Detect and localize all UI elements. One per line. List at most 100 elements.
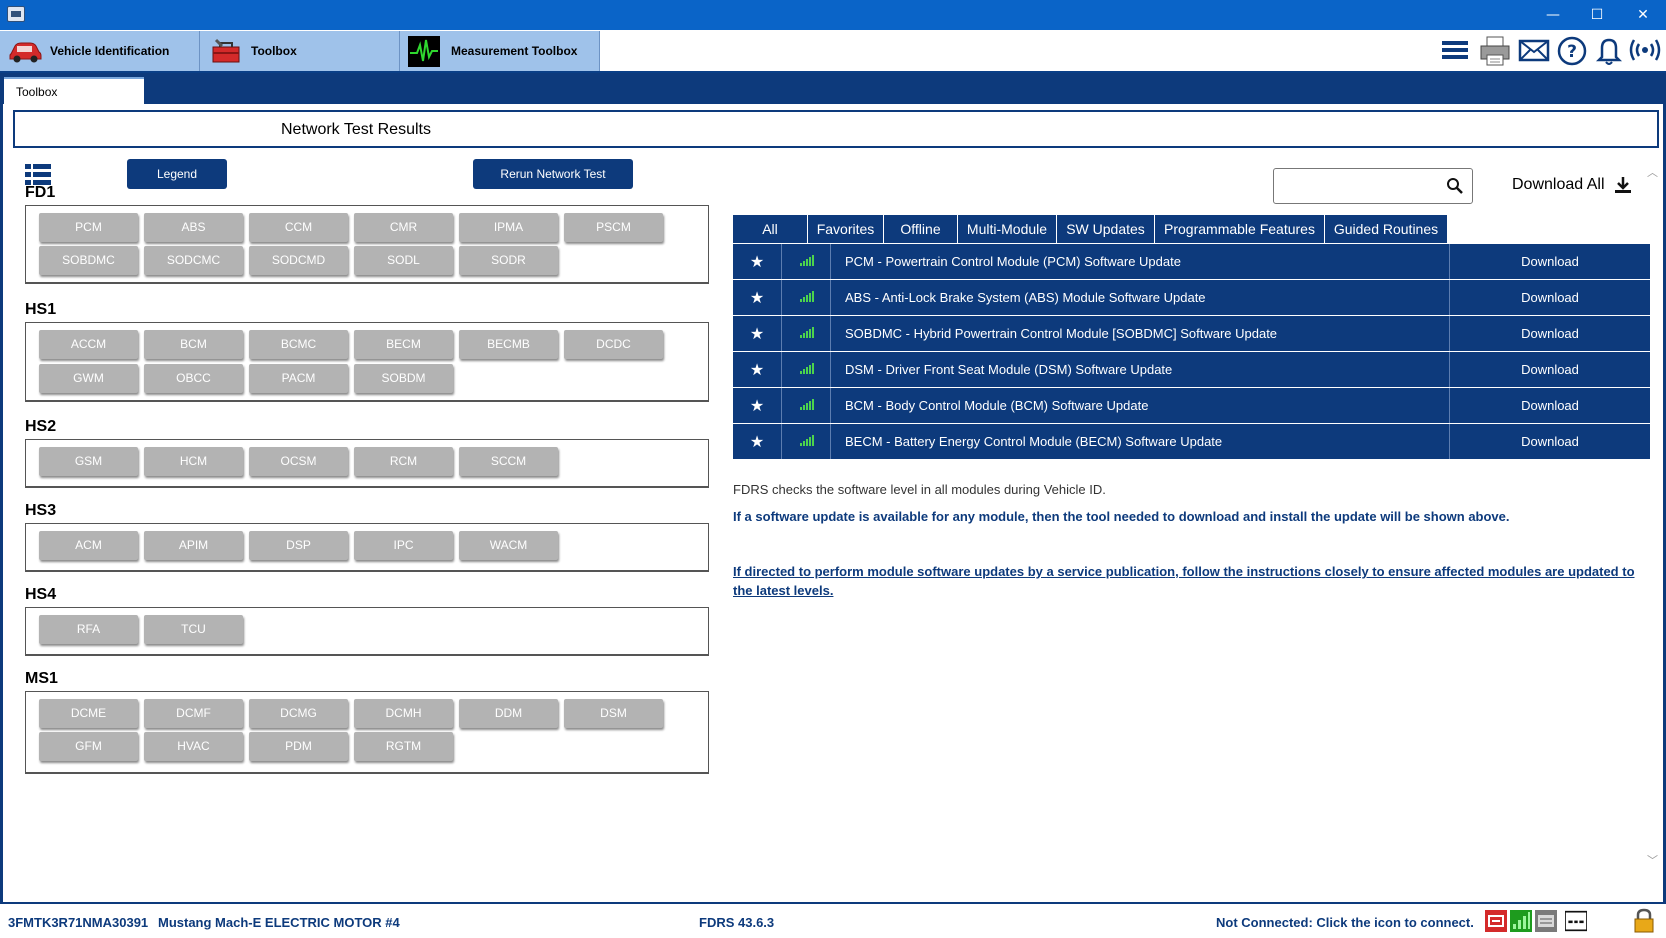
module-button[interactable]: APIM xyxy=(144,531,243,560)
menu-icon[interactable] xyxy=(1440,35,1470,65)
module-button[interactable]: BCM xyxy=(144,330,243,359)
tab-toolbox-sub[interactable]: Toolbox xyxy=(4,77,144,104)
module-button[interactable]: DSM xyxy=(564,699,663,728)
module-button[interactable]: SCCM xyxy=(459,447,558,476)
tab-toolbox[interactable]: Toolbox xyxy=(200,31,400,71)
minimize-button[interactable]: — xyxy=(1530,0,1576,30)
module-button[interactable]: DSP xyxy=(249,531,348,560)
mail-icon[interactable] xyxy=(1518,35,1550,65)
module-button[interactable]: GSM xyxy=(39,447,138,476)
filter-tab-multi-module[interactable]: Multi-Module xyxy=(958,215,1057,243)
link-status-icon[interactable] xyxy=(1565,910,1587,932)
favorite-star-icon[interactable]: ★ xyxy=(733,388,782,423)
search-input[interactable] xyxy=(1280,175,1440,197)
module-button[interactable]: CCM xyxy=(249,213,348,242)
module-button[interactable]: ACM xyxy=(39,531,138,560)
bell-icon[interactable] xyxy=(1594,35,1624,67)
update-row: ★ BECM - Battery Energy Control Module (… xyxy=(733,424,1650,459)
legend-button[interactable]: Legend xyxy=(127,159,227,189)
lock-icon[interactable] xyxy=(1632,908,1656,934)
favorite-star-icon[interactable]: ★ xyxy=(733,280,782,315)
download-button[interactable]: Download xyxy=(1449,244,1650,279)
update-row: ★ DSM - Driver Front Seat Module (DSM) S… xyxy=(733,352,1650,387)
scroll-down-icon[interactable]: ﹀ xyxy=(1647,852,1661,867)
module-button[interactable]: RCM xyxy=(354,447,453,476)
favorite-star-icon[interactable]: ★ xyxy=(733,316,782,351)
favorite-star-icon[interactable]: ★ xyxy=(733,352,782,387)
filter-tab-programmable-features[interactable]: Programmable Features xyxy=(1155,215,1325,243)
help-icon[interactable]: ? xyxy=(1556,35,1588,67)
download-button[interactable]: Download xyxy=(1449,316,1650,351)
module-button[interactable]: DCMH xyxy=(354,699,453,728)
module-button[interactable]: GFM xyxy=(39,732,138,761)
module-button[interactable]: RGTM xyxy=(354,732,453,761)
module-button[interactable]: PDM xyxy=(249,732,348,761)
device-icon[interactable] xyxy=(1535,910,1557,932)
module-button[interactable]: DCDC xyxy=(564,330,663,359)
filter-tab-all[interactable]: All xyxy=(733,215,808,243)
module-button[interactable]: BECM xyxy=(354,330,453,359)
rerun-network-test-button[interactable]: Rerun Network Test xyxy=(473,159,633,189)
bus-group-hs1: ACCM BCM BCMC BECM BECMB DCDC GWM OBCC P… xyxy=(25,322,709,402)
service-publication-link[interactable]: If directed to perform module software u… xyxy=(733,562,1643,600)
module-button[interactable]: BCMC xyxy=(249,330,348,359)
signal-icon xyxy=(783,316,831,351)
version-text: FDRS 43.6.3 xyxy=(699,915,775,930)
module-button[interactable]: OBCC xyxy=(144,364,243,393)
module-button[interactable]: DDM xyxy=(459,699,558,728)
module-button[interactable]: DCME xyxy=(39,699,138,728)
download-button[interactable]: Download xyxy=(1449,280,1650,315)
download-all-button[interactable]: Download All xyxy=(1512,176,1605,194)
module-button[interactable]: ACCM xyxy=(39,330,138,359)
download-button[interactable]: Download xyxy=(1449,352,1650,387)
filter-tab-guided-routines[interactable]: Guided Routines xyxy=(1325,215,1448,243)
module-button[interactable]: SODR xyxy=(459,246,558,275)
sub-tab-label: Toolbox xyxy=(16,85,58,99)
module-button[interactable]: HVAC xyxy=(144,732,243,761)
module-button[interactable]: HCM xyxy=(144,447,243,476)
list-view-icon[interactable] xyxy=(25,164,51,186)
printer-icon[interactable] xyxy=(1478,35,1512,67)
module-button[interactable]: IPC xyxy=(354,531,453,560)
bus-label-hs1: HS1 xyxy=(25,301,57,318)
favorite-star-icon[interactable]: ★ xyxy=(733,424,782,459)
module-button[interactable]: SODCMD xyxy=(249,246,348,275)
download-button[interactable]: Download xyxy=(1449,424,1650,459)
module-button[interactable]: GWM xyxy=(39,364,138,393)
module-button[interactable]: WACM xyxy=(459,531,558,560)
filter-tab-sw-updates[interactable]: SW Updates xyxy=(1057,215,1155,243)
module-button[interactable]: DCMG xyxy=(249,699,348,728)
vci-icon[interactable] xyxy=(1485,910,1507,932)
filter-tab-offline[interactable]: Offline xyxy=(884,215,958,243)
maximize-button[interactable]: ☐ xyxy=(1574,0,1620,30)
status-bar: 3FMTK3R71NMA30391 Mustang Mach-E ELECTRI… xyxy=(0,902,1666,938)
search-icon[interactable] xyxy=(1446,177,1464,195)
tab-vehicle-identification[interactable]: Vehicle Identification xyxy=(0,31,200,71)
module-button[interactable]: PACM xyxy=(249,364,348,393)
scroll-up-icon[interactable]: ︿ xyxy=(1647,164,1661,179)
update-description: DSM - Driver Front Seat Module (DSM) Sof… xyxy=(845,362,1173,377)
module-button[interactable]: SOBDM xyxy=(354,364,453,393)
favorite-star-icon[interactable]: ★ xyxy=(733,244,782,279)
module-button[interactable]: PSCM xyxy=(564,213,663,242)
module-button[interactable]: IPMA xyxy=(459,213,558,242)
close-button[interactable]: ✕ xyxy=(1620,0,1666,30)
download-icon[interactable] xyxy=(1614,176,1632,194)
module-button[interactable]: RFA xyxy=(39,615,138,644)
module-button[interactable]: OCSM xyxy=(249,447,348,476)
tab-measurement-toolbox[interactable]: Measurement Toolbox xyxy=(400,31,600,71)
module-button[interactable]: TCU xyxy=(144,615,243,644)
vehicle-text: Mustang Mach-E ELECTRIC MOTOR #4 xyxy=(158,915,400,930)
module-button[interactable]: CMR xyxy=(354,213,453,242)
module-button[interactable]: ABS xyxy=(144,213,243,242)
module-button[interactable]: PCM xyxy=(39,213,138,242)
download-button[interactable]: Download xyxy=(1449,388,1650,423)
module-button[interactable]: DCMF xyxy=(144,699,243,728)
filter-tab-favorites[interactable]: Favorites xyxy=(808,215,884,243)
module-button[interactable]: SODCMC xyxy=(144,246,243,275)
module-button[interactable]: SOBDMC xyxy=(39,246,138,275)
wireless-icon[interactable] xyxy=(1628,35,1662,65)
signal-strength-icon[interactable] xyxy=(1510,910,1532,932)
module-button[interactable]: BECMB xyxy=(459,330,558,359)
module-button[interactable]: SODL xyxy=(354,246,453,275)
